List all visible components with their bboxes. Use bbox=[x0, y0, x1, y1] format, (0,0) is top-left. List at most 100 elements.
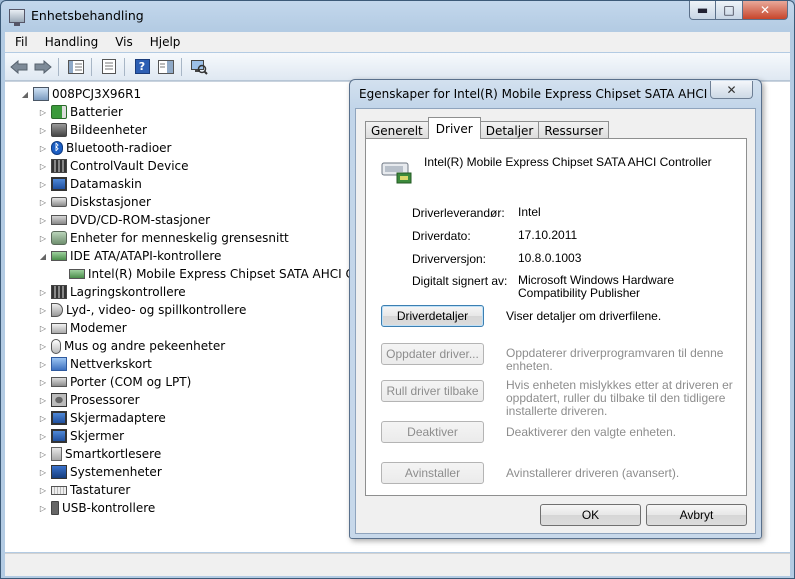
expand-icon[interactable]: ▷ bbox=[39, 499, 47, 517]
menu-bar: Fil Handling Vis Hjelp bbox=[5, 32, 790, 52]
properties-dialog: Egenskaper for Intel(R) Mobile Express C… bbox=[349, 79, 762, 539]
expand-icon[interactable]: ▷ bbox=[39, 481, 47, 499]
tree-item-label: Smartkortlesere bbox=[65, 447, 162, 461]
tree-item-label: Tastaturer bbox=[70, 483, 131, 497]
tree-item-label: Batterier bbox=[70, 105, 123, 119]
update-driver-button[interactable]: Oppdater driver... bbox=[381, 343, 484, 365]
console-tree-icon[interactable] bbox=[66, 57, 86, 77]
expand-icon[interactable]: ▷ bbox=[39, 211, 47, 229]
expand-icon[interactable]: ▷ bbox=[39, 391, 47, 409]
expand-icon[interactable]: ▷ bbox=[39, 409, 47, 427]
tree-item[interactable]: ▷ Lyd-, video- og spillkontrollere bbox=[39, 301, 246, 319]
expand-icon[interactable]: ▷ bbox=[39, 355, 47, 373]
window-title: Enhetsbehandling bbox=[31, 8, 144, 23]
toolbar-separator bbox=[58, 57, 59, 76]
expand-icon[interactable]: ▷ bbox=[39, 463, 47, 481]
tree-item-label: ControlVault Device bbox=[70, 159, 189, 173]
expand-icon[interactable]: ▷ bbox=[39, 373, 47, 391]
tree-item[interactable]: ▷ ControlVault Device bbox=[39, 157, 189, 175]
properties-icon[interactable] bbox=[99, 57, 119, 77]
tree-item[interactable]: ▷ Smartkortlesere bbox=[39, 445, 161, 463]
tree-item[interactable]: ▷ Skjermer bbox=[39, 427, 124, 445]
tab-driver[interactable]: Driver bbox=[427, 117, 481, 139]
expand-icon[interactable]: ▷ bbox=[39, 193, 47, 211]
ok-button[interactable]: OK bbox=[540, 504, 641, 526]
expand-icon[interactable]: ▷ bbox=[39, 103, 47, 121]
tab-resources[interactable]: Ressurser bbox=[538, 121, 610, 139]
tree-item[interactable]: ▷ Bildeenheter bbox=[39, 121, 147, 139]
tree-item[interactable]: ▷ Enheter for menneskelig grensesnitt bbox=[39, 229, 289, 247]
tree-item[interactable]: ▷ Systemenheter bbox=[39, 463, 162, 481]
expand-icon[interactable]: ▷ bbox=[39, 301, 47, 319]
dialog-title: Egenskaper for Intel(R) Mobile Express C… bbox=[359, 87, 751, 101]
roll-back-driver-button[interactable]: Rull driver tilbake bbox=[381, 380, 484, 402]
menu-file[interactable]: Fil bbox=[5, 35, 35, 49]
close-button[interactable]: ✕ bbox=[743, 1, 788, 20]
expand-icon[interactable]: ▷ bbox=[39, 121, 47, 139]
disable-button[interactable]: Deaktiver bbox=[381, 421, 484, 443]
tree-item[interactable]: ▷ Nettverkskort bbox=[39, 355, 152, 373]
action-pane-icon[interactable] bbox=[156, 57, 176, 77]
tree-item[interactable]: ▷ Porter (COM og LPT) bbox=[39, 373, 191, 391]
menu-help[interactable]: Hjelp bbox=[140, 35, 188, 49]
monitor-icon bbox=[51, 177, 67, 191]
expand-icon[interactable]: ▷ bbox=[39, 319, 47, 337]
tab-general[interactable]: Generelt bbox=[365, 121, 429, 139]
tree-item-label: Enheter for menneskelig grensesnitt bbox=[70, 231, 289, 245]
tree-item[interactable]: ◢ IDE ATA/ATAPI-kontrollere bbox=[39, 247, 221, 265]
battery-icon bbox=[51, 105, 67, 119]
collapse-icon[interactable]: ◢ bbox=[39, 247, 47, 265]
tree-item[interactable]: ▷ USB-kontrollere bbox=[39, 499, 155, 517]
title-bar[interactable]: Enhetsbehandling ▬ □ ✕ bbox=[1, 1, 794, 31]
provider-value: Intel bbox=[518, 205, 541, 219]
tree-item[interactable]: ▷ DVD/CD-ROM-stasjoner bbox=[39, 211, 210, 229]
dvd-drive-icon bbox=[51, 215, 67, 225]
tree-item-label: Lyd-, video- og spillkontrollere bbox=[66, 303, 247, 317]
help-icon[interactable]: ? bbox=[132, 57, 152, 77]
tree-item[interactable]: ▷ Diskstasjoner bbox=[39, 193, 151, 211]
expand-icon[interactable]: ▷ bbox=[39, 445, 47, 463]
tree-item[interactable]: ▷ Lagringskontrollere bbox=[39, 283, 186, 301]
disk-drive-icon bbox=[51, 197, 67, 207]
expand-icon[interactable]: ▷ bbox=[39, 175, 47, 193]
tree-item[interactable]: ▷ ᛒ Bluetooth-radioer bbox=[39, 139, 171, 157]
forward-arrow-icon[interactable] bbox=[33, 57, 53, 77]
menu-action[interactable]: Handling bbox=[35, 35, 106, 49]
tree-item[interactable]: ▷ Modemer bbox=[39, 319, 127, 337]
tree-item[interactable]: ▷ Datamaskin bbox=[39, 175, 142, 193]
collapse-icon[interactable]: ◢ bbox=[21, 85, 29, 103]
tree-item-label: Skjermer bbox=[70, 429, 125, 443]
driver-details-button[interactable]: Driverdetaljer bbox=[381, 305, 484, 327]
menu-view[interactable]: Vis bbox=[105, 35, 140, 49]
tree-item[interactable]: ▷ Batterier bbox=[39, 103, 123, 121]
tree-item-label: Datamaskin bbox=[70, 177, 142, 191]
tree-item-label: IDE ATA/ATAPI-kontrollere bbox=[70, 249, 222, 263]
maximize-button[interactable]: □ bbox=[716, 1, 743, 20]
expand-icon[interactable]: ▷ bbox=[39, 283, 47, 301]
disable-desc: Deaktiverer den valgte enheten. bbox=[506, 425, 677, 439]
back-arrow-icon[interactable] bbox=[9, 57, 29, 77]
tab-details[interactable]: Detaljer bbox=[479, 121, 540, 139]
tree-item-label: Bluetooth-radioer bbox=[66, 141, 172, 155]
tree-item-label: DVD/CD-ROM-stasjoner bbox=[70, 213, 211, 227]
minimize-button[interactable]: ▬ bbox=[689, 1, 716, 20]
speaker-icon bbox=[51, 303, 63, 317]
expand-icon[interactable]: ▷ bbox=[39, 157, 47, 175]
bluetooth-icon: ᛒ bbox=[51, 141, 63, 155]
scan-hardware-icon[interactable] bbox=[189, 57, 209, 77]
tree-item[interactable]: ▷ Skjermadaptere bbox=[39, 409, 166, 427]
uninstall-button[interactable]: Avinstaller bbox=[381, 462, 484, 484]
tree-item[interactable]: ▷ Tastaturer bbox=[39, 481, 130, 499]
dialog-close-button[interactable]: ✕ bbox=[710, 81, 753, 99]
expand-icon[interactable]: ▷ bbox=[39, 229, 47, 247]
expand-icon[interactable]: ▷ bbox=[39, 337, 47, 355]
tree-item[interactable]: ▷ Prosessorer bbox=[39, 391, 140, 409]
tree-root[interactable]: ◢ 008PCJ3X96R1 bbox=[21, 85, 141, 103]
expand-icon[interactable]: ▷ bbox=[39, 139, 47, 157]
expand-icon[interactable]: ▷ bbox=[39, 427, 47, 445]
monitor-icon bbox=[51, 429, 67, 443]
cancel-button[interactable]: Avbryt bbox=[646, 504, 747, 526]
tree-item-label: Lagringskontrollere bbox=[70, 285, 186, 299]
tree-item[interactable]: ▷ Mus og andre pekeenheter bbox=[39, 337, 225, 355]
tree-item-label: Prosessorer bbox=[70, 393, 140, 407]
